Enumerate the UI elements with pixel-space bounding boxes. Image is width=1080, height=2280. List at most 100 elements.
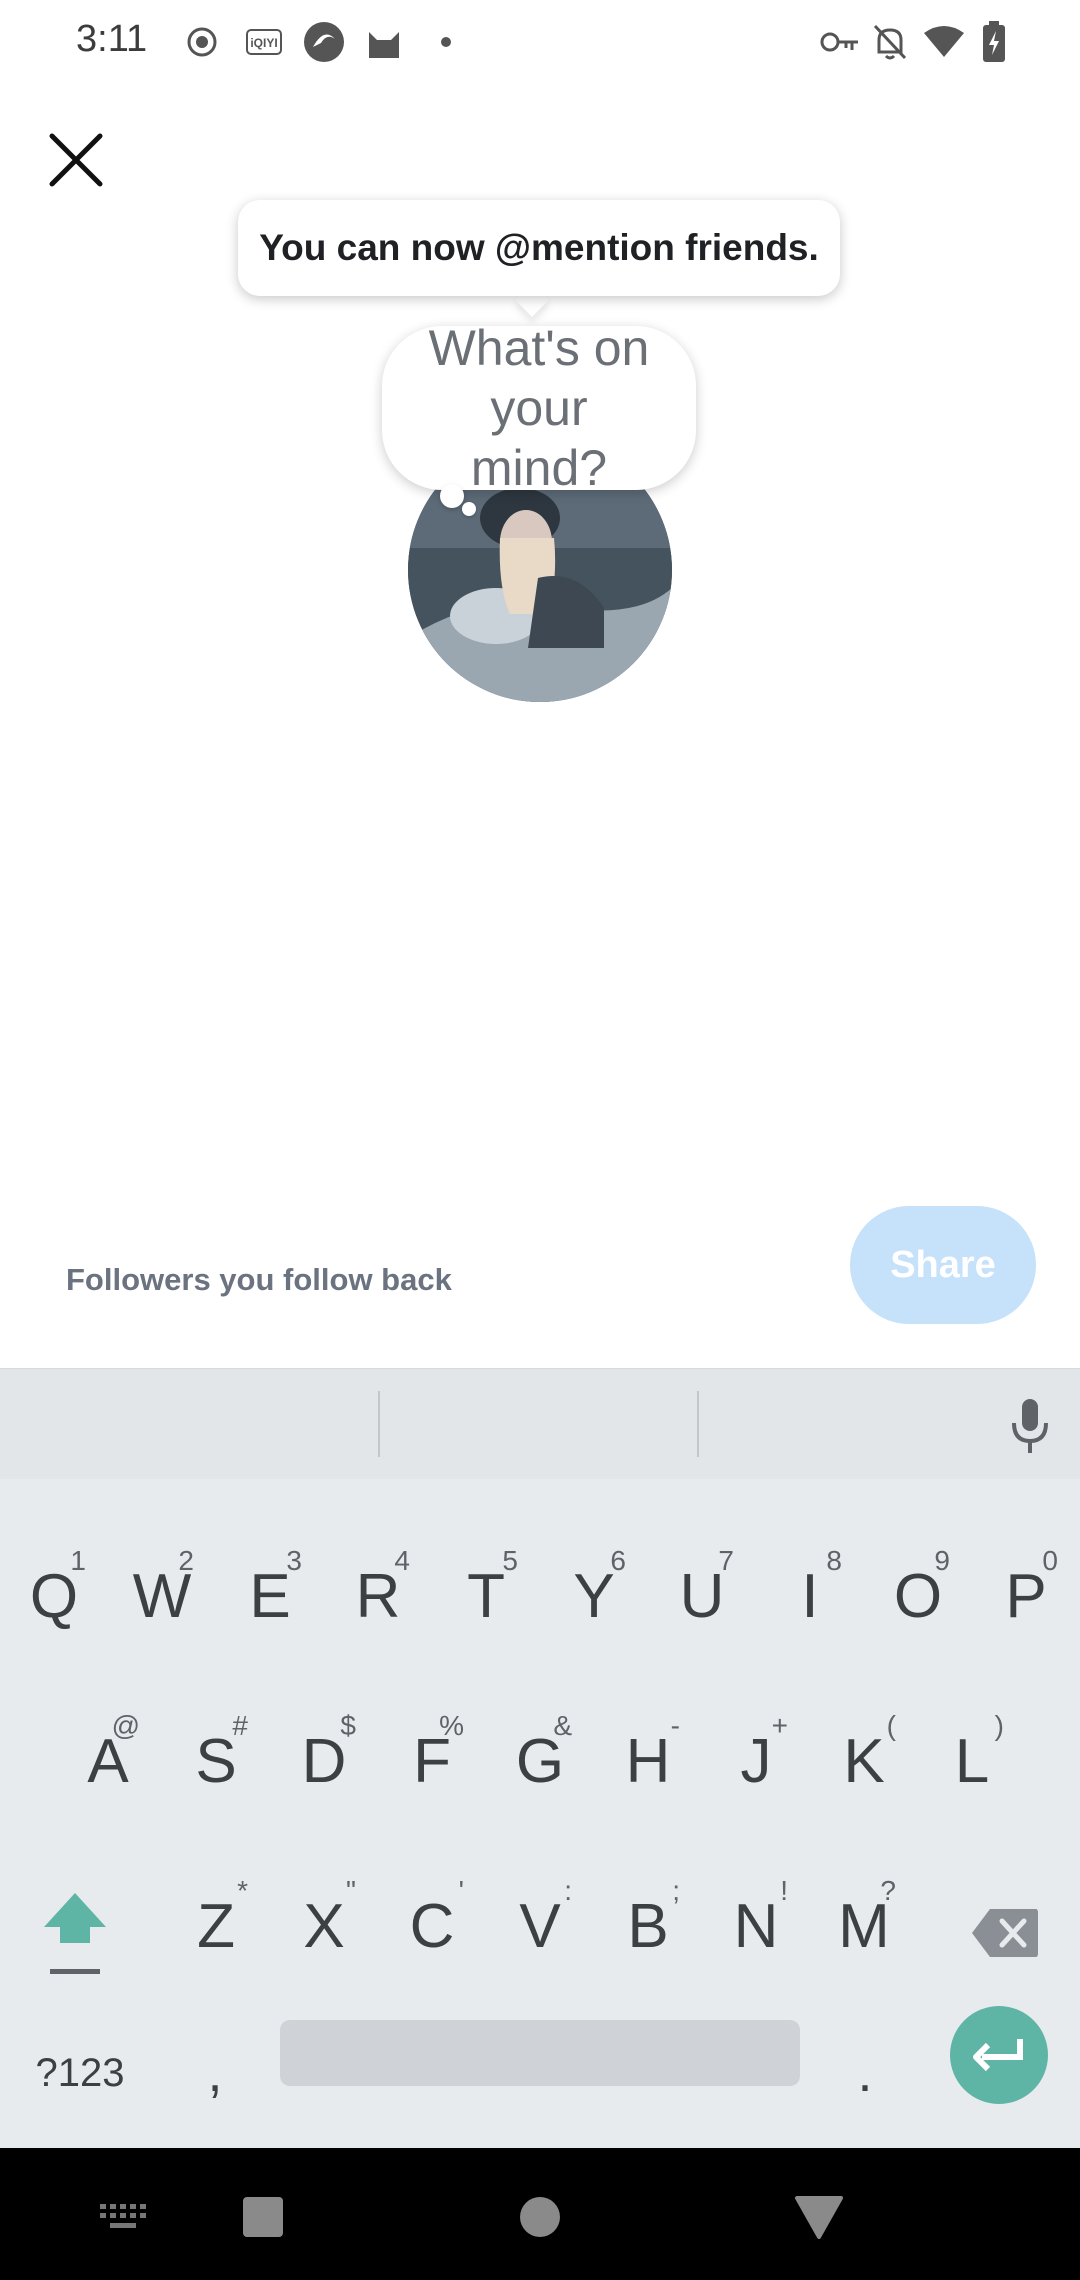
key-m[interactable]: ? M [810,1843,918,1993]
key-label: J [740,1726,772,1796]
key-label: D [301,1726,347,1796]
key-label: E [249,1561,291,1631]
key-a[interactable]: @ A [54,1678,162,1828]
key-j[interactable]: + J [702,1678,810,1828]
key-label: M [838,1891,890,1961]
key-n[interactable]: ! N [702,1843,810,1993]
key-label: Q [29,1561,79,1631]
key-hint: * [237,1875,248,1906]
back-button[interactable] [784,2182,854,2252]
key-k[interactable]: (K [810,1678,918,1828]
close-icon [49,133,103,187]
record-icon [180,20,224,64]
key-label: K [843,1726,885,1796]
key-z[interactable]: * Z [162,1843,270,1993]
thought-bubble-tail-small [462,502,476,516]
key-f[interactable]: % F [378,1678,486,1828]
key-d[interactable]: $ D [270,1678,378,1828]
key-x[interactable]: " X [270,1843,378,1993]
comma-key[interactable]: , [170,2018,260,2128]
key-t[interactable]: 5T [432,1513,540,1663]
key-hint: ) [994,1710,1004,1741]
key-hint: 8 [826,1545,842,1576]
key-label: I [801,1561,819,1631]
mute-bell-icon [868,20,912,64]
symbols-key[interactable]: ?123 [20,2018,140,2128]
key-y[interactable]: 6Y [540,1513,648,1663]
key-label: O [893,1561,943,1631]
key-q[interactable]: 1Q [0,1513,108,1663]
key-hint: ' [458,1875,464,1906]
key-hint: + [771,1710,788,1741]
key-label: Z [197,1891,235,1961]
share-button[interactable]: Share [850,1206,1036,1324]
bubble-text: What's on your mind? [428,320,650,496]
key-label: V [519,1891,561,1961]
key-label: H [625,1726,671,1796]
key-r[interactable]: 4R [324,1513,432,1663]
key-hint: ( [886,1710,896,1741]
key-label: U [679,1561,725,1631]
key-v[interactable]: :V [486,1843,594,1993]
key-w[interactable]: 2W [108,1513,216,1663]
whats-on-your-mind-bubble[interactable]: What's on your mind? [382,320,696,496]
key-label: A [87,1726,129,1796]
key-i[interactable]: 8I [756,1513,864,1663]
close-button[interactable] [40,124,112,196]
mention-tooltip: You can now @mention friends. [238,200,840,296]
home-button[interactable] [505,2182,575,2252]
key-label: L [954,1726,990,1796]
back-triangle-icon [795,2196,843,2239]
key-hint: - [670,1710,680,1741]
keyboard-switch-button[interactable] [88,2182,158,2252]
key-p[interactable]: 0P [972,1513,1080,1663]
key-label: S [195,1726,237,1796]
audience-selector[interactable]: Followers you follow back [66,1262,452,1298]
key-label: R [355,1561,401,1631]
recents-button[interactable] [228,2182,298,2252]
keyboard-icon [100,2204,146,2228]
key-label: P [1005,1561,1047,1631]
microphone-icon [1012,1399,1048,1453]
key-s[interactable]: # S [162,1678,270,1828]
key-hint: ! [780,1875,788,1906]
backspace-icon [972,1909,1038,1957]
wifi-icon [922,20,966,64]
key-hint: : [564,1875,572,1906]
key-g[interactable]: & G [486,1678,594,1828]
backspace-key[interactable] [950,1858,1060,2008]
key-label: W [132,1561,192,1631]
key-label: B [627,1891,669,1961]
key-c[interactable]: ' C [378,1843,486,1993]
voice-input-button[interactable] [990,1391,1070,1461]
key-label: X [303,1891,345,1961]
iqiyi-icon: iQIYI [242,20,286,64]
key-hint: ; [672,1875,680,1906]
period-key[interactable]: . [820,2018,910,2128]
shift-key[interactable] [20,1858,130,2008]
battery-charging-icon [972,20,1016,64]
key-b[interactable]: ; B [594,1843,702,1993]
key-hint: " [346,1875,356,1906]
key-l[interactable]: ) L [918,1678,1026,1828]
key-h[interactable]: -H [594,1678,702,1828]
key-e[interactable]: 3E [216,1513,324,1663]
status-time: 3:11 [76,18,148,60]
key-u[interactable]: 7U [648,1513,756,1663]
enter-arrow-icon [973,2039,1023,2072]
key-label: Y [573,1561,615,1631]
dot-icon [424,20,468,64]
home-circle-icon [520,2197,560,2237]
suggestion-divider [697,1391,699,1457]
enter-key[interactable] [950,2006,1048,2104]
shift-arrow-icon [44,1893,106,1974]
suggestion-strip [0,1368,1080,1479]
key-label: T [467,1561,505,1631]
navigation-bar [0,2148,1080,2280]
key-label: C [409,1891,455,1961]
space-key[interactable] [280,2020,800,2086]
status-bar: 3:11 iQIYI [0,0,1080,86]
key-label: F [413,1726,451,1796]
key-o[interactable]: 9O [864,1513,972,1663]
thought-bubble-tail [440,484,464,508]
